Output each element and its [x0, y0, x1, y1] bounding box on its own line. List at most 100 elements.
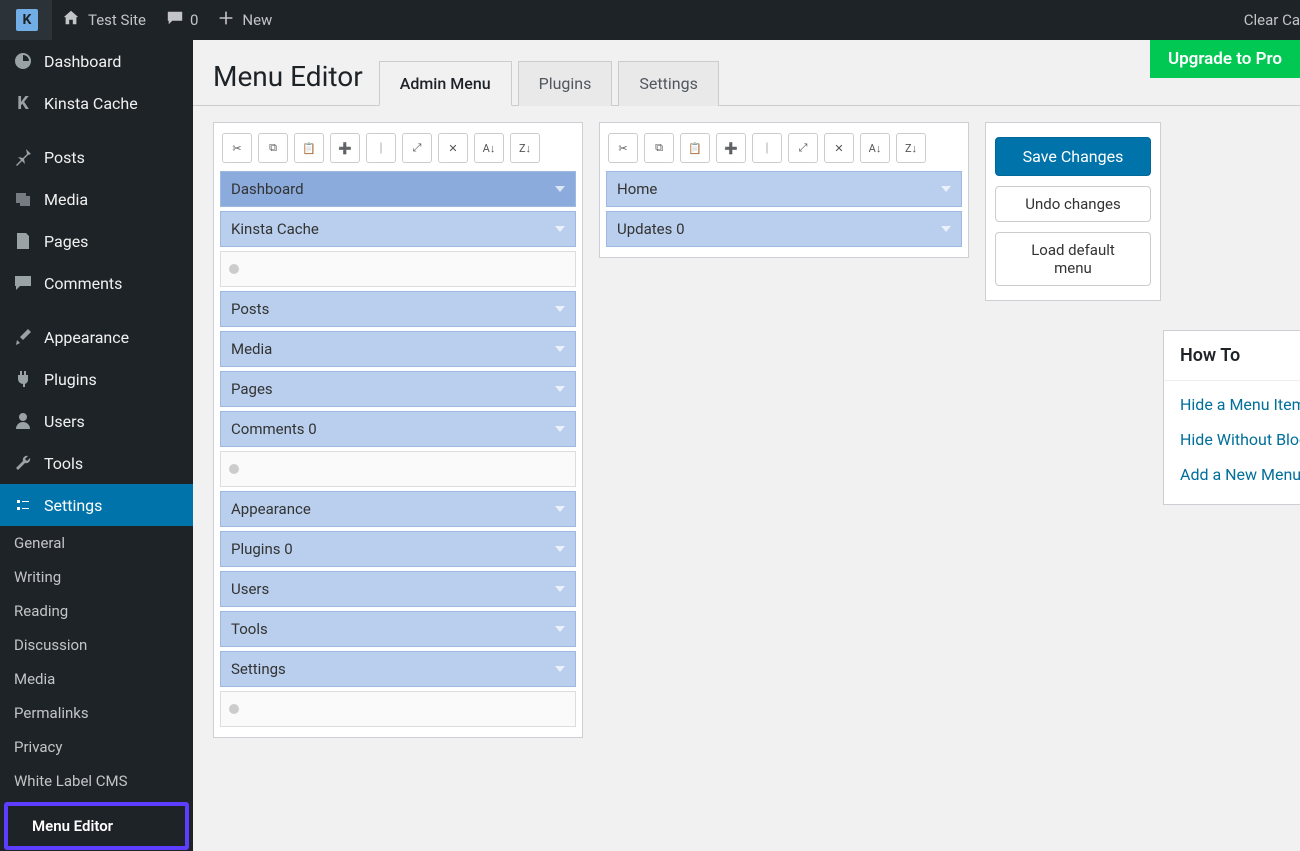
copy-button[interactable]: ⧉ [258, 133, 288, 163]
sidebar-item-posts[interactable]: Posts [0, 136, 193, 178]
menu-separator[interactable] [220, 451, 576, 487]
sidebar-item-comments[interactable]: Comments [0, 262, 193, 304]
sortaz-icon: A↓ [483, 142, 496, 155]
howto-link-hide-without-blocking-access[interactable]: Hide Without Blocking Access [1164, 422, 1300, 457]
sidebar-sub-white-label-cms[interactable]: White Label CMS [0, 764, 193, 798]
kinsta-logo[interactable]: K [0, 0, 52, 40]
new-button[interactable]: ➕ [716, 133, 746, 163]
new-link[interactable]: New [208, 0, 282, 40]
sidebar-item-label: Tools [44, 454, 83, 473]
show-button[interactable]: ⤢ [402, 133, 432, 163]
howto-link-hide-a-menu-item[interactable]: Hide a Menu Item [1164, 387, 1300, 422]
menu-item-home[interactable]: Home [606, 171, 962, 207]
menu-item-comments-0[interactable]: Comments 0 [220, 411, 576, 447]
sidebar-item-label: Dashboard [44, 52, 121, 71]
tab-admin-menu[interactable]: Admin Menu [379, 61, 512, 106]
cut-icon: ✂ [232, 142, 241, 155]
tab-settings[interactable]: Settings [618, 61, 718, 106]
sidebar-item-media[interactable]: Media [0, 178, 193, 220]
sidebar-sub-discussion[interactable]: Discussion [0, 628, 193, 662]
menu-item-pages[interactable]: Pages [220, 371, 576, 407]
menu-item-plugins-0[interactable]: Plugins 0 [220, 531, 576, 567]
chevron-down-icon [555, 346, 565, 352]
tab-plugins[interactable]: Plugins [518, 61, 613, 106]
menu-item-updates-0[interactable]: Updates 0 [606, 211, 962, 247]
hide-icon: ✕ [834, 142, 843, 155]
sidebar-item-settings[interactable]: Settings [0, 484, 193, 526]
comment-icon [166, 9, 184, 31]
k-icon: K [12, 92, 34, 114]
menu-separator[interactable] [220, 691, 576, 727]
sidebar-sub-reading[interactable]: Reading [0, 594, 193, 628]
menu-item-media[interactable]: Media [220, 331, 576, 367]
sidebar-sub-media[interactable]: Media [0, 662, 193, 696]
howto-link-add-a-new-menu[interactable]: Add a New Menu [1164, 457, 1300, 492]
show-button[interactable]: ⤢ [788, 133, 818, 163]
site-link[interactable]: Test Site [52, 0, 156, 40]
save-button[interactable]: Save Changes [995, 137, 1151, 176]
hide-button[interactable]: ✕ [438, 133, 468, 163]
sidebar-sub-writing[interactable]: Writing [0, 560, 193, 594]
chevron-down-icon [555, 506, 565, 512]
sortza-button[interactable]: Z↓ [896, 133, 926, 163]
menu-item-posts[interactable]: Posts [220, 291, 576, 327]
sortaz-icon: A↓ [869, 142, 882, 155]
sidebar-sub-general[interactable]: General [0, 526, 193, 560]
chevron-down-icon [555, 546, 565, 552]
chevron-down-icon [555, 586, 565, 592]
menu-item-label: Tools [231, 620, 268, 638]
chevron-down-icon [555, 386, 565, 392]
sidebar-item-appearance[interactable]: Appearance [0, 316, 193, 358]
menu-item-dashboard[interactable]: Dashboard [220, 171, 576, 207]
toolbar-left: ✂ ⧉ 📋 ➕｜⤢✕ A↓ Z↓ [220, 129, 576, 171]
menu-item-tools[interactable]: Tools [220, 611, 576, 647]
newsep-button[interactable]: ｜ [366, 133, 396, 163]
sidebar-item-label: Settings [44, 496, 102, 515]
menu-item-label: Home [617, 180, 657, 198]
newsep-button[interactable]: ｜ [752, 133, 782, 163]
plus-icon [218, 10, 234, 30]
sidebar-sub-permalinks[interactable]: Permalinks [0, 696, 193, 730]
upgrade-button[interactable]: Upgrade to Pro [1150, 40, 1300, 78]
sidebar-item-dashboard[interactable]: Dashboard [0, 40, 193, 82]
sidebar-item-kinsta-cache[interactable]: KKinsta Cache [0, 82, 193, 124]
sidebar-item-plugins[interactable]: Plugins [0, 358, 193, 400]
cut-button[interactable]: ✂ [608, 133, 638, 163]
menu-item-settings[interactable]: Settings [220, 651, 576, 687]
sortza-button[interactable]: Z↓ [510, 133, 540, 163]
menu-item-appearance[interactable]: Appearance [220, 491, 576, 527]
cut-button[interactable]: ✂ [222, 133, 252, 163]
paste-icon: 📋 [302, 142, 316, 155]
paste-button[interactable]: 📋 [680, 133, 710, 163]
clear-cache-link[interactable]: Clear Ca [1234, 0, 1300, 40]
home-icon [62, 9, 80, 31]
howto-title: How To [1180, 345, 1240, 366]
sortaz-button[interactable]: A↓ [860, 133, 890, 163]
menu-item-users[interactable]: Users [220, 571, 576, 607]
howto-panel: How To Hide a Menu ItemHide Without Bloc… [1163, 330, 1300, 505]
copy-button[interactable]: ⧉ [644, 133, 674, 163]
paste-button[interactable]: 📋 [294, 133, 324, 163]
new-button[interactable]: ➕ [330, 133, 360, 163]
sidebar-item-users[interactable]: Users [0, 400, 193, 442]
sidebar-item-tools[interactable]: Tools [0, 442, 193, 484]
sidebar-sub-menu-editor[interactable]: Menu Editor [18, 809, 175, 843]
load-default-button[interactable]: Load default menu [995, 232, 1151, 286]
comments-link[interactable]: 0 [156, 0, 208, 40]
chevron-down-icon [555, 306, 565, 312]
undo-button[interactable]: Undo changes [995, 186, 1151, 222]
menu-item-label: Pages [231, 380, 273, 398]
brush-icon [12, 326, 34, 348]
menu-item-kinsta-cache[interactable]: Kinsta Cache [220, 211, 576, 247]
sidebar-item-pages[interactable]: Pages [0, 220, 193, 262]
sortaz-button[interactable]: A↓ [474, 133, 504, 163]
newsep-icon: ｜ [762, 140, 773, 156]
toolbar-right: ✂⧉📋➕ ｜ ⤢ ✕ A↓ Z↓ [606, 129, 962, 171]
hide-button[interactable]: ✕ [824, 133, 854, 163]
menu-separator[interactable] [220, 251, 576, 287]
action-column: Save Changes Undo changes Load default m… [985, 122, 1161, 301]
menu-column-right: ✂⧉📋➕ ｜ ⤢ ✕ A↓ Z↓ Home Updates 0 [599, 122, 969, 258]
sidebar-sub-privacy[interactable]: Privacy [0, 730, 193, 764]
howto-header[interactable]: How To [1164, 331, 1300, 381]
page-icon [12, 230, 34, 252]
